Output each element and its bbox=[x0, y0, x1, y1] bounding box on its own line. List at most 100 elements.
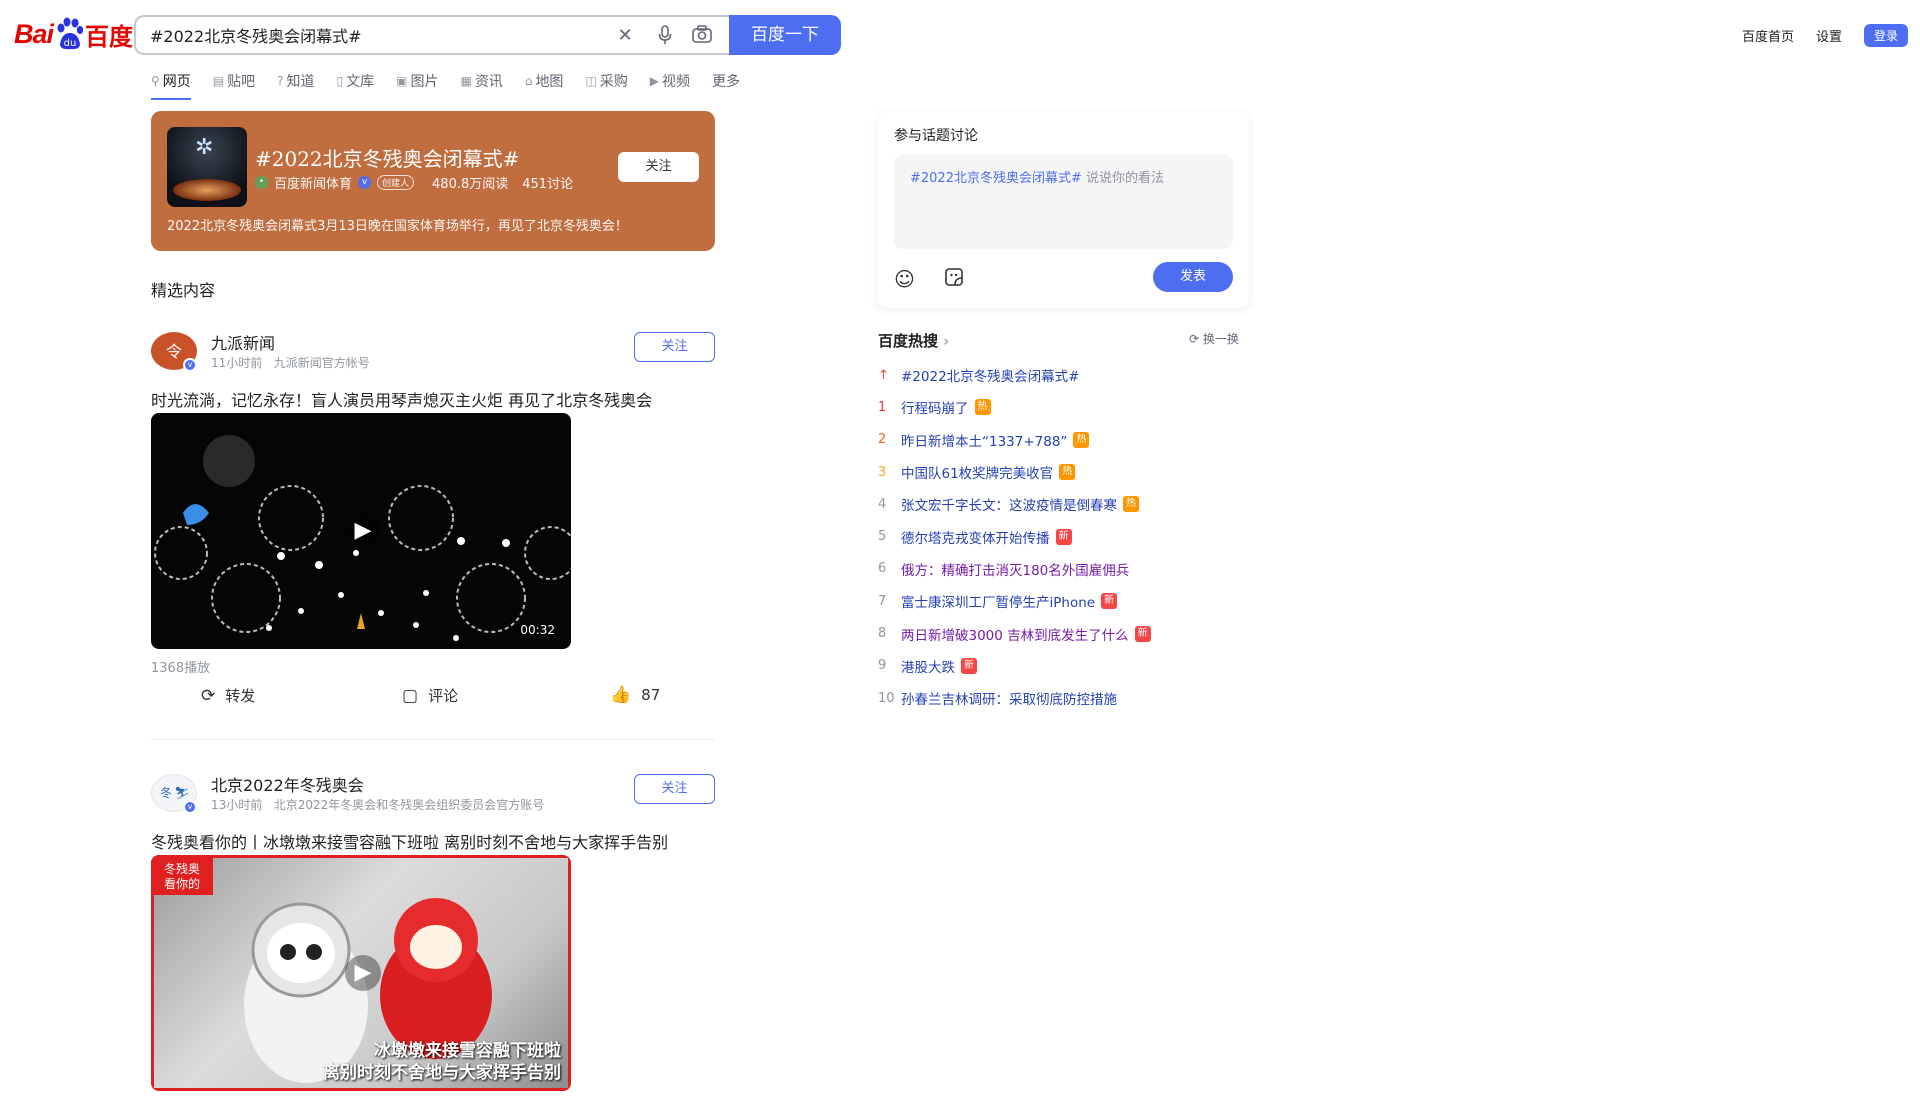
submit-button[interactable]: 发表 bbox=[1153, 262, 1233, 292]
follow-button[interactable]: 关注 bbox=[634, 774, 715, 804]
topic-title[interactable]: #2022北京冬残奥会闭幕式# bbox=[255, 143, 519, 172]
list-item[interactable]: 5 德尔塔克戎变体开始传播新 bbox=[878, 520, 1278, 552]
image-icon: ▣ bbox=[396, 74, 408, 88]
new-badge: 新 bbox=[1055, 528, 1072, 545]
comment-button[interactable]: ▢ 评论 bbox=[402, 685, 458, 706]
post-time: 13小时前 bbox=[211, 798, 263, 812]
tab-web[interactable]: ⚲ 网页 bbox=[151, 68, 191, 100]
hot-item-text[interactable]: 富士康深圳工厂暂停生产iPhone bbox=[901, 591, 1095, 611]
link-baidu-home[interactable]: 百度首页 bbox=[1742, 26, 1794, 45]
search-input[interactable] bbox=[150, 25, 580, 45]
tab-more[interactable]: 更多 bbox=[712, 68, 740, 94]
video-caption: 冰墩墩来接雪容融下班啦 离别时刻不舍地与大家挥手告别 bbox=[323, 1040, 561, 1084]
rank: 3 bbox=[878, 464, 887, 480]
list-item[interactable]: 8 两日新增破3000 吉林到底发生了什么新 bbox=[878, 617, 1278, 649]
follow-button[interactable]: 关注 bbox=[634, 332, 715, 362]
post-title[interactable]: 时光流淌，记忆永存！盲人演员用琴声熄灭主火炬 再见了北京冬残奥会 bbox=[151, 387, 652, 411]
source-avatar-icon: • bbox=[255, 176, 268, 189]
tab-label: 网页 bbox=[162, 74, 191, 90]
tab-label: 视频 bbox=[662, 74, 691, 90]
follow-topic-button[interactable]: 关注 bbox=[618, 152, 699, 182]
tab-label: 贴吧 bbox=[227, 74, 256, 90]
video-thumbnail[interactable]: ▶ 00:32 bbox=[151, 413, 571, 649]
tab-news[interactable]: ▦ 资讯 bbox=[460, 68, 502, 94]
topic-card[interactable]: ✲ #2022北京冬残奥会闭幕式# • 百度新闻体育 v 创建人 480.8万阅… bbox=[151, 111, 715, 251]
list-item[interactable]: 1 行程码崩了热 bbox=[878, 391, 1278, 423]
list-item[interactable]: 2 昨日新增本土“1337+788” 热 bbox=[878, 424, 1278, 456]
link-settings[interactable]: 设置 bbox=[1816, 26, 1842, 45]
post-account: 九派新闻官方帐号 bbox=[273, 356, 370, 370]
list-item[interactable]: 7 富士康深圳工厂暂停生产iPhone 新 bbox=[878, 585, 1278, 617]
post-card: 令 v 九派新闻 11小时前 九派新闻官方帐号 关注 时光流淌，记忆永存！盲人演… bbox=[151, 332, 715, 742]
rank: 6 bbox=[878, 561, 887, 577]
new-badge: 新 bbox=[1134, 625, 1151, 642]
repost-button[interactable]: ⟳ 转发 bbox=[201, 685, 255, 706]
tab-wenku[interactable]: ▯ 文库 bbox=[337, 68, 375, 94]
video-thumbnail[interactable]: 冬残奥 看你的 ▶ 冰墩墩来接雪容融下班啦 离别时刻不舍地与大家挥手告别 bbox=[151, 855, 571, 1091]
topic-source[interactable]: 百度新闻体育 bbox=[274, 173, 352, 192]
hot-badge: 热 bbox=[1123, 496, 1139, 513]
map-icon: ⌂ bbox=[524, 74, 533, 88]
hot-item-text[interactable]: 德尔塔克戎变体开始传播 bbox=[901, 527, 1050, 547]
tab-tieba[interactable]: ▤ 贴吧 bbox=[213, 68, 255, 94]
emoji-icon[interactable]: ☺ bbox=[894, 267, 915, 291]
author-name[interactable]: 九派新闻 bbox=[211, 330, 275, 354]
sticker-icon[interactable] bbox=[944, 267, 964, 292]
section-label: 精选内容 bbox=[151, 281, 216, 300]
hot-item-text[interactable]: 两日新增破3000 吉林到底发生了什么 bbox=[901, 624, 1129, 644]
caption-line-1: 冰墩墩来接雪容融下班啦 bbox=[374, 1041, 561, 1061]
list-item[interactable]: ↑ #2022北京冬残奥会闭幕式# bbox=[878, 359, 1278, 391]
play-icon[interactable]: ▶ bbox=[345, 513, 381, 549]
play-icon[interactable]: ▶ bbox=[345, 955, 381, 991]
svg-text:看你的: 看你的 bbox=[164, 876, 200, 891]
hot-item-text[interactable]: #2022北京冬残奥会闭幕式# bbox=[901, 365, 1079, 385]
search-icon: ⚲ bbox=[151, 74, 160, 88]
hot-badge: 热 bbox=[1059, 464, 1076, 481]
list-item[interactable]: 4 张文宏千字长文：这波疫情是倒春寒热 bbox=[878, 488, 1278, 520]
hot-item-text[interactable]: 中国队61枚奖牌完美收官 bbox=[901, 462, 1053, 482]
chevron-right-icon: › bbox=[943, 332, 950, 350]
tab-label: 更多 bbox=[712, 74, 741, 90]
tab-images[interactable]: ▣ 图片 bbox=[396, 68, 438, 94]
list-item[interactable]: 3 中国队61枚奖牌完美收官热 bbox=[878, 456, 1278, 488]
post-time: 11小时前 bbox=[211, 356, 263, 370]
topic-description: 2022北京冬残奥会闭幕式3月13日晚在国家体育场举行，再见了北京冬残奥会！ bbox=[167, 219, 628, 234]
hot-item-text[interactable]: 昨日新增本土“1337+788” bbox=[901, 430, 1067, 450]
login-button[interactable]: 登录 bbox=[1863, 24, 1908, 47]
search-button[interactable]: 百度一下 bbox=[729, 15, 841, 55]
discussion-panel: 参与话题讨论 #2022北京冬残奥会闭幕式# 说说你的看法 ☺ 发表 bbox=[878, 111, 1249, 308]
post-title[interactable]: 冬残奥看你的丨冰墩墩来接雪容融下班啦 离别时刻不舍地与大家挥手告别 bbox=[151, 829, 668, 853]
verified-icon: v bbox=[183, 358, 197, 372]
hot-item-text[interactable]: 张文宏千字长文：这波疫情是倒春寒 bbox=[901, 494, 1117, 514]
author-name[interactable]: 北京2022年冬残奥会 bbox=[211, 772, 364, 796]
logo-text-left: Bai bbox=[14, 18, 54, 49]
hot-item-text[interactable]: 孙春兰吉林调研：采取彻底防控措施 bbox=[901, 688, 1117, 708]
svg-text:du: du bbox=[64, 38, 77, 49]
discussion-input[interactable]: #2022北京冬残奥会闭幕式# 说说你的看法 bbox=[894, 155, 1233, 249]
tab-map[interactable]: ⌂ 地图 bbox=[525, 68, 564, 94]
clear-icon[interactable]: ✕ bbox=[614, 25, 636, 47]
document-icon: ▯ bbox=[336, 74, 344, 88]
input-placeholder: 说说你的看法 bbox=[1081, 171, 1165, 186]
microphone-icon[interactable] bbox=[654, 25, 676, 47]
list-item[interactable]: 6 俄方：精确打击消灭180名外国雇佣兵 bbox=[878, 553, 1278, 585]
search-box[interactable]: ✕ bbox=[134, 15, 731, 55]
tab-zhidao[interactable]: ? 知道 bbox=[277, 68, 314, 94]
hot-item-text[interactable]: 俄方：精确打击消灭180名外国雇佣兵 bbox=[901, 559, 1129, 579]
creator-tag: 创建人 bbox=[377, 175, 415, 190]
hot-item-text[interactable]: 行程码崩了 bbox=[901, 397, 969, 417]
hot-item-text[interactable]: 港股大跌 bbox=[901, 656, 955, 676]
like-button[interactable]: 👍 87 bbox=[610, 685, 660, 705]
hot-search-title[interactable]: 百度热搜 › bbox=[878, 330, 949, 351]
hot-badge: 热 bbox=[974, 399, 991, 416]
caption-line-2: 离别时刻不舍地与大家挥手告别 bbox=[323, 1063, 561, 1083]
tab-shopping[interactable]: ◫ 采购 bbox=[585, 68, 627, 94]
baidu-logo[interactable]: Bai du 百度 bbox=[14, 14, 133, 54]
news-icon: ▦ bbox=[460, 74, 472, 88]
list-item[interactable]: 9 港股大跌新 bbox=[878, 650, 1278, 682]
video-duration: 00:32 bbox=[520, 623, 555, 637]
tab-video[interactable]: ▶ 视频 bbox=[650, 68, 690, 94]
refresh-button[interactable]: ⟳ 换一换 bbox=[1189, 330, 1239, 347]
list-item[interactable]: 10 孙春兰吉林调研：采取彻底防控措施 bbox=[878, 682, 1278, 714]
camera-icon[interactable] bbox=[691, 25, 713, 47]
